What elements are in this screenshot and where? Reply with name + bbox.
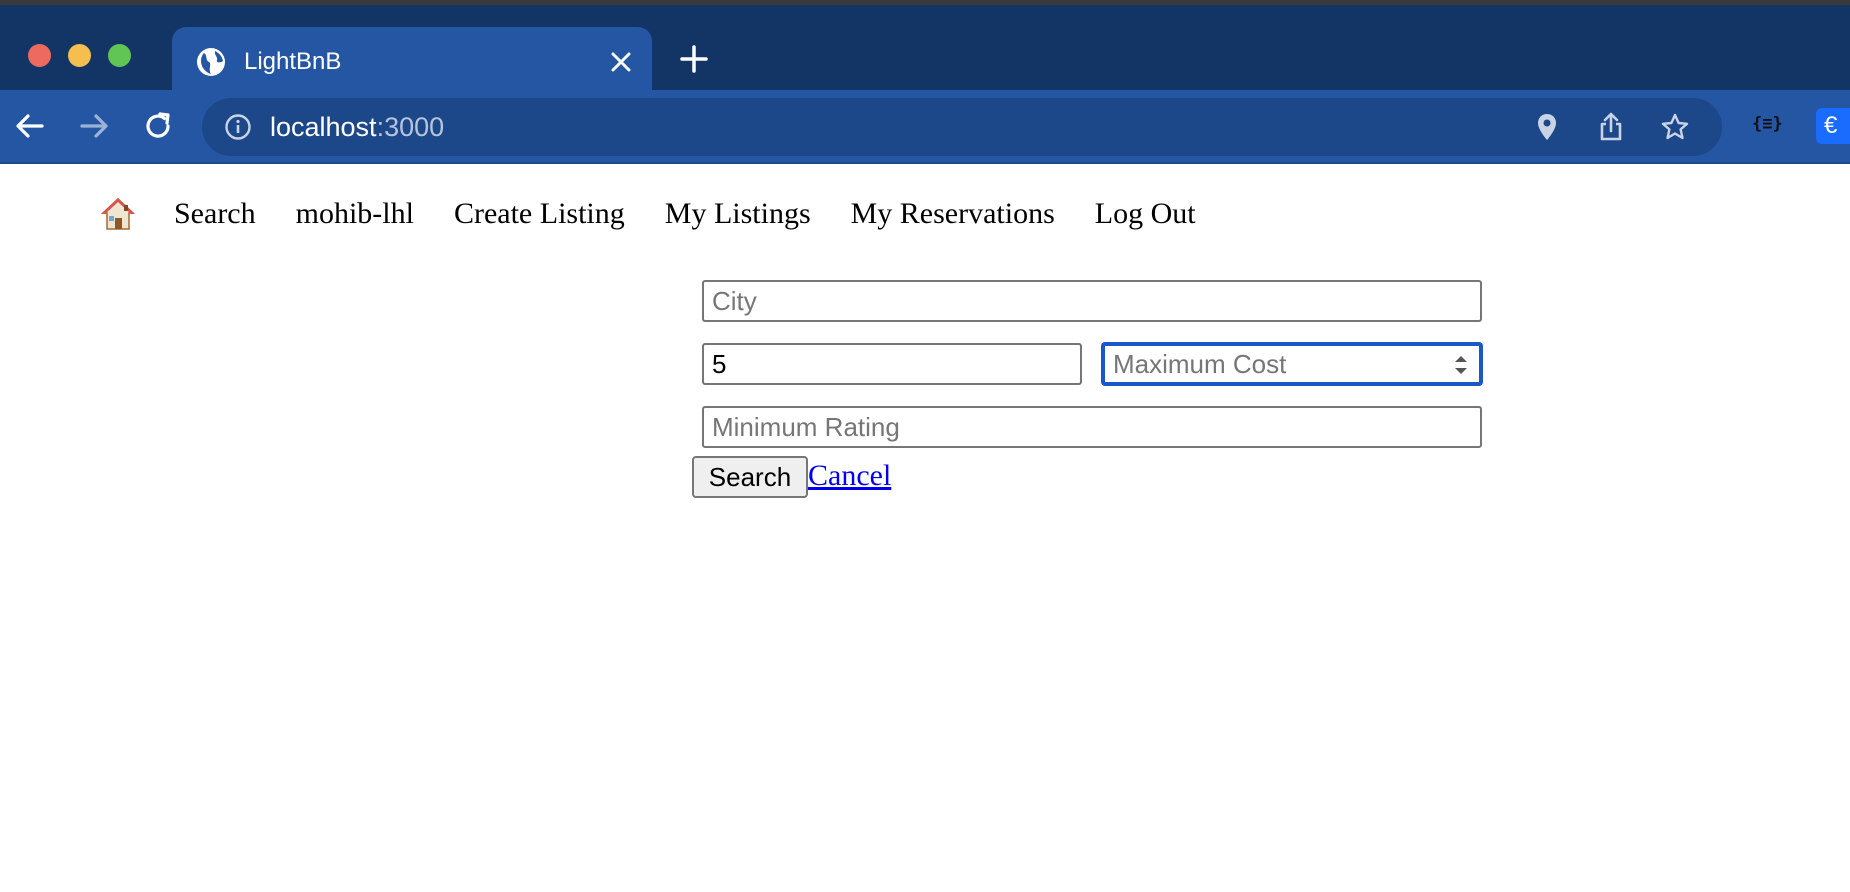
browser-toolbar: localhost:3000 {≡} € xyxy=(0,90,1850,164)
nav-link-my-listings[interactable]: My Listings xyxy=(665,197,811,231)
tab-title: LightBnB xyxy=(244,48,342,75)
cancel-link[interactable]: Cancel xyxy=(808,456,891,496)
browser-tab-active[interactable]: LightBnB xyxy=(172,27,652,97)
currency-extension-icon[interactable]: € xyxy=(1816,108,1850,144)
bookmark-star-icon[interactable] xyxy=(1660,112,1690,142)
nav-link-create-listing[interactable]: Create Listing xyxy=(454,197,625,231)
json-viewer-extension-icon[interactable]: {≡} xyxy=(1752,114,1783,134)
back-arrow-icon[interactable] xyxy=(14,110,46,142)
url-host: localhost xyxy=(270,112,377,142)
forward-arrow-icon[interactable] xyxy=(78,110,110,142)
maximize-window-button[interactable] xyxy=(108,44,131,67)
page-content: Search mohib-lhl Create Listing My Listi… xyxy=(0,164,1850,892)
reload-icon[interactable] xyxy=(142,110,174,142)
close-window-button[interactable] xyxy=(28,44,51,67)
minimize-window-button[interactable] xyxy=(68,44,91,67)
location-pin-icon[interactable] xyxy=(1532,112,1562,142)
globe-icon xyxy=(197,48,225,76)
site-info-icon[interactable] xyxy=(224,113,252,141)
close-tab-icon[interactable] xyxy=(610,51,632,73)
search-button[interactable]: Search xyxy=(692,456,808,498)
city-input[interactable] xyxy=(702,280,1482,322)
minimum-cost-input[interactable] xyxy=(702,343,1082,385)
nav-link-search[interactable]: Search xyxy=(174,197,256,231)
address-bar[interactable]: localhost:3000 xyxy=(202,98,1722,156)
nav-link-my-reservations[interactable]: My Reservations xyxy=(851,197,1055,231)
site-navigation: Search mohib-lhl Create Listing My Listi… xyxy=(100,194,1236,234)
nav-link-user[interactable]: mohib-lhl xyxy=(296,197,414,231)
browser-titlebar: LightBnB xyxy=(0,0,1850,97)
url-port: :3000 xyxy=(376,112,445,142)
maximum-cost-input[interactable] xyxy=(1102,343,1482,385)
nav-link-log-out[interactable]: Log Out xyxy=(1095,197,1196,231)
home-icon[interactable] xyxy=(100,196,136,232)
share-icon[interactable] xyxy=(1596,112,1626,142)
minimum-rating-input[interactable] xyxy=(702,406,1482,448)
address-url: localhost:3000 xyxy=(270,109,444,145)
new-tab-icon[interactable] xyxy=(680,45,708,73)
number-spinner-icon[interactable] xyxy=(1450,352,1472,378)
